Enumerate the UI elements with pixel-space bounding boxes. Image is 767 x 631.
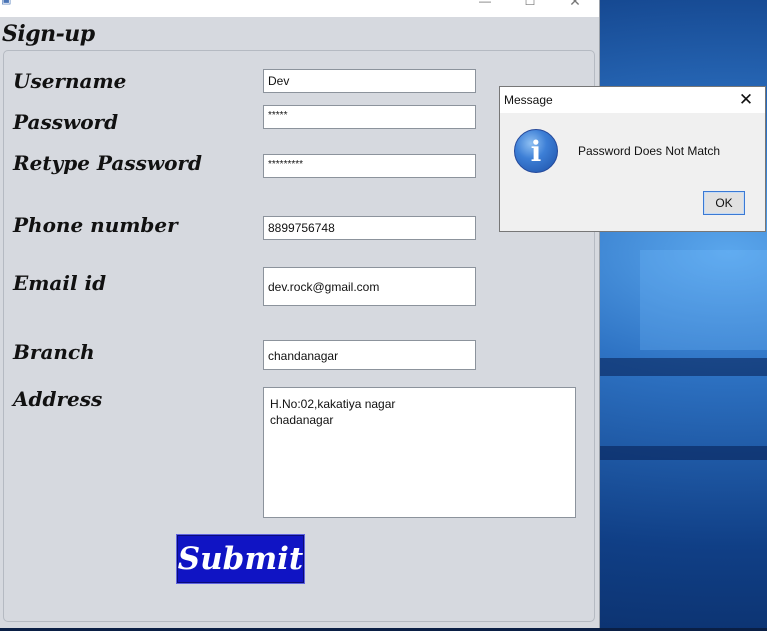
title-bar: ▣ — ☐ ✕ [0, 0, 599, 17]
page-title: Sign-up [2, 21, 95, 47]
email-label: Email id [13, 271, 107, 295]
dialog-message: Password Does Not Match [578, 144, 721, 158]
branch-label: Branch [13, 340, 95, 364]
minimize-button[interactable]: — [474, 0, 496, 9]
password-label: Password [13, 110, 119, 134]
retype-password-field[interactable]: ********* [263, 154, 476, 178]
wallpaper-pane [640, 250, 767, 350]
username-field[interactable]: Dev [263, 69, 476, 93]
info-icon: i [514, 129, 558, 173]
address-textarea[interactable]: H.No:02,kakatiya nagar chadanagar [263, 387, 576, 518]
branch-field[interactable]: chandanagar [263, 340, 476, 370]
dialog-title-bar: Message ✕ [500, 87, 765, 113]
ok-button[interactable]: OK [703, 191, 745, 215]
address-label: Address [13, 387, 103, 411]
dialog-close-icon[interactable]: ✕ [738, 90, 754, 110]
phone-field[interactable]: 8899756748 [263, 216, 476, 240]
maximize-button[interactable]: ☐ [519, 0, 541, 9]
close-button[interactable]: ✕ [564, 0, 586, 9]
wallpaper-stripe [600, 358, 767, 376]
retype-password-label: Retype Password [13, 151, 202, 175]
app-icon: ▣ [1, 0, 12, 6]
wallpaper-stripe [600, 446, 767, 460]
phone-label: Phone number [13, 213, 178, 237]
username-label: Username [13, 69, 127, 93]
dialog-title: Message [504, 93, 553, 107]
email-field[interactable]: dev.rock@gmail.com [263, 267, 476, 306]
password-field[interactable]: ***** [263, 105, 476, 129]
submit-button[interactable]: Submit [176, 534, 305, 584]
message-dialog: Message ✕ i Password Does Not Match OK [499, 86, 766, 232]
